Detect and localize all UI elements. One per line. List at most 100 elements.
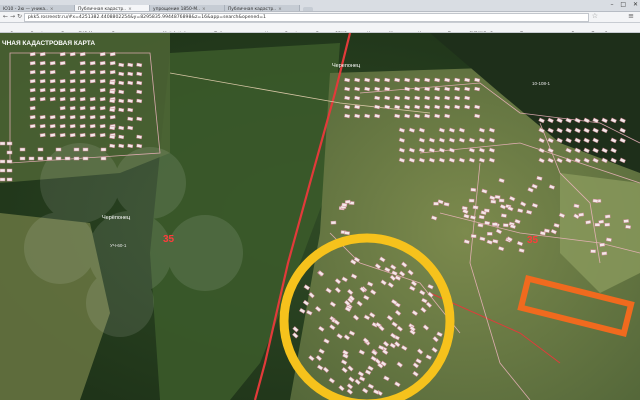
house-parcel[interactable] [0,168,6,173]
house-parcel[interactable] [79,52,86,57]
house-parcel[interactable] [69,88,76,93]
house-parcel[interactable] [468,198,475,203]
house-parcel[interactable] [79,70,86,75]
browser-tab-1[interactable]: Публичная кадастр.. × [75,5,150,11]
house-parcel[interactable] [100,156,107,161]
maximize-icon[interactable]: □ [620,1,626,8]
house-parcel[interactable] [55,147,62,152]
house-parcel[interactable] [99,115,106,120]
house-parcel[interactable] [49,79,56,84]
house-parcel[interactable] [601,251,608,256]
house-parcel[interactable] [109,143,116,149]
house-parcel[interactable] [99,79,106,84]
house-parcel[interactable] [29,61,36,66]
house-parcel[interactable] [99,52,106,57]
house-parcel[interactable] [118,71,125,77]
house-parcel[interactable] [89,97,96,102]
house-parcel[interactable] [118,143,125,149]
house-parcel[interactable] [29,79,36,84]
house-parcel[interactable] [69,70,76,75]
house-parcel[interactable] [79,97,86,102]
house-parcel[interactable] [118,89,125,95]
house-parcel[interactable] [6,150,13,155]
house-parcel[interactable] [55,156,62,161]
house-parcel[interactable] [127,80,134,86]
house-parcel[interactable] [6,141,13,146]
house-parcel[interactable] [89,79,96,84]
house-parcel[interactable] [29,97,36,102]
house-parcel[interactable] [69,106,76,111]
house-parcel[interactable] [136,62,143,68]
house-parcel[interactable] [99,61,106,66]
house-parcel[interactable] [6,159,13,164]
url-input[interactable]: pkk5.rosreestr.ru/#x=4251382.4408802254&… [24,13,589,22]
house-parcel[interactable] [99,124,106,129]
house-parcel[interactable] [49,61,56,66]
house-parcel[interactable] [594,222,601,227]
house-parcel[interactable] [0,141,6,146]
house-parcel[interactable] [19,147,26,152]
house-parcel[interactable] [483,208,490,213]
house-parcel[interactable] [478,214,485,220]
minimize-icon[interactable]: – [610,1,613,8]
house-parcel[interactable] [89,106,96,111]
house-parcel[interactable] [29,115,36,120]
house-parcel[interactable] [82,147,89,152]
house-parcel[interactable] [79,124,86,129]
house-parcel[interactable] [39,115,46,120]
house-parcel[interactable] [79,61,86,66]
house-parcel[interactable] [6,177,13,182]
house-parcel[interactable] [623,219,630,224]
house-parcel[interactable] [472,205,479,210]
district-number-left[interactable]: 35 [163,234,175,245]
house-parcel[interactable] [59,106,66,111]
house-parcel[interactable] [136,71,143,77]
house-parcel[interactable] [69,124,76,129]
house-parcel[interactable] [6,168,13,173]
house-parcel[interactable] [29,106,36,111]
menu-icon[interactable]: ≡ [628,12,634,20]
house-parcel[interactable] [470,187,477,192]
house-parcel[interactable] [59,61,66,66]
house-parcel[interactable] [109,107,116,113]
house-parcel[interactable] [136,80,143,86]
house-parcel[interactable] [49,124,56,129]
house-parcel[interactable] [118,107,125,113]
house-parcel[interactable] [109,61,116,66]
house-parcel[interactable] [500,213,507,218]
house-parcel[interactable] [39,70,46,75]
house-parcel[interactable] [344,199,351,204]
house-parcel[interactable] [37,147,44,152]
house-parcel[interactable] [433,201,439,206]
house-parcel[interactable] [73,147,80,152]
house-parcel[interactable] [79,115,86,120]
browser-tab-3[interactable]: Публичная кадастр.. × [225,5,300,11]
house-parcel[interactable] [79,79,86,84]
browser-tab-2[interactable]: упрощение 1850-М.. × [150,5,225,11]
house-parcel[interactable] [492,222,498,227]
house-parcel[interactable] [136,143,143,149]
house-parcel[interactable] [49,115,56,120]
house-parcel[interactable] [28,156,35,161]
house-parcel[interactable] [39,124,46,129]
house-parcel[interactable] [79,106,86,111]
house-parcel[interactable] [118,134,125,140]
house-parcel[interactable] [39,88,46,93]
house-parcel[interactable] [59,124,66,129]
house-parcel[interactable] [59,88,66,93]
bookmark-star-icon[interactable]: ☆ [592,12,598,20]
house-parcel[interactable] [89,133,96,138]
house-parcel[interactable] [118,80,125,86]
house-parcel[interactable] [109,115,116,120]
house-parcel[interactable] [604,214,611,219]
house-parcel[interactable] [486,231,493,236]
house-parcel[interactable] [59,115,66,120]
house-parcel[interactable] [127,125,134,131]
house-parcel[interactable] [585,220,592,225]
house-parcel[interactable] [477,223,484,228]
house-parcel[interactable] [625,224,632,229]
house-parcel[interactable] [89,115,96,120]
reload-icon[interactable]: ↻ [17,13,22,20]
house-parcel[interactable] [79,88,86,93]
house-parcel[interactable] [470,234,477,239]
